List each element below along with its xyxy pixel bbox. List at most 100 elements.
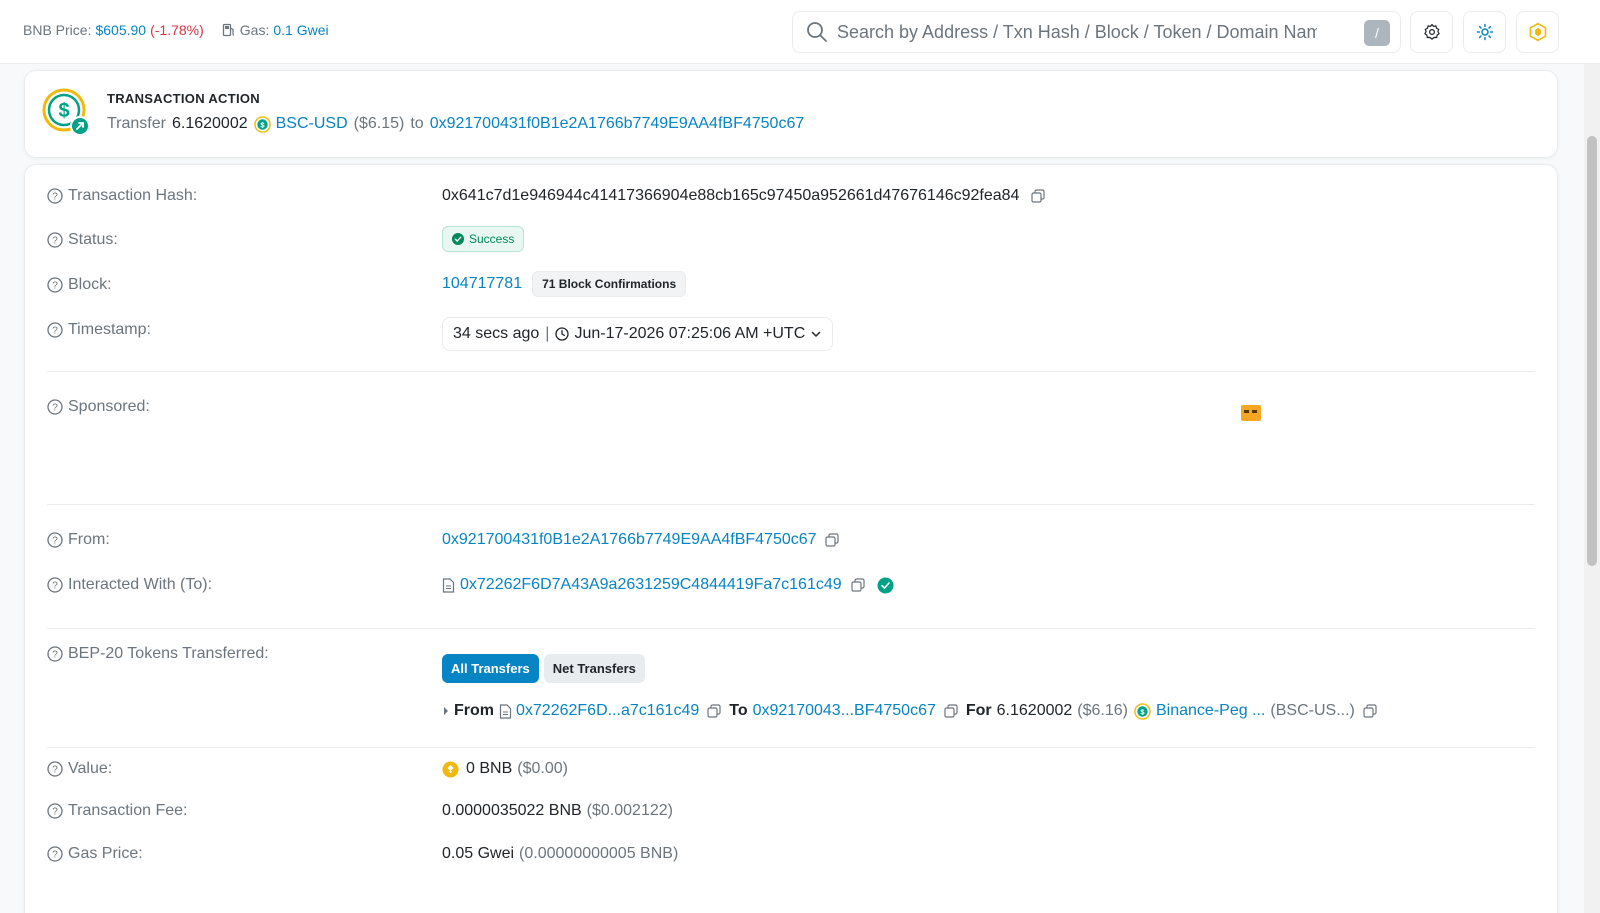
bnb-logo-icon	[1529, 22, 1546, 42]
tx-hash-row: ? Transaction Hash:	[47, 187, 419, 205]
copy-icon[interactable]	[1031, 189, 1046, 203]
to-row: ? Interacted With (To):	[47, 576, 419, 594]
bnb-price-label: BNB Price:	[23, 22, 92, 38]
question-circle-icon: ?	[47, 803, 63, 819]
sponsored-row: ? Sponsored:	[47, 398, 419, 416]
question-circle-icon: ?	[47, 646, 63, 662]
sponsor-ad-icon[interactable]	[1241, 405, 1261, 421]
to-address-link[interactable]: 0x72262F6D7A43A9a2631259C4844419Fa7c161c…	[460, 576, 842, 594]
status-label: Status:	[68, 231, 118, 248]
copy-icon[interactable]	[824, 533, 839, 547]
copy-icon[interactable]	[851, 578, 865, 592]
tx-hash-value: 0x641c7d1e946944c41417366904e88cb165c974…	[442, 187, 1020, 204]
gas-price-row: ? Gas Price:	[47, 845, 419, 863]
contract-file-icon	[442, 577, 455, 593]
action-title: TRANSACTION ACTION	[107, 91, 260, 106]
search-shortcut-key: /	[1364, 20, 1390, 46]
question-circle-icon: ?	[47, 399, 63, 415]
action-to-address-link[interactable]: 0x921700431f0B1e2A1766b7749E9AA4fBF4750c…	[430, 115, 805, 133]
gas-price-amount: 0.05 Gwei	[442, 845, 515, 862]
copy-icon[interactable]	[1363, 704, 1377, 718]
svg-text:?: ?	[52, 236, 58, 247]
page-scrollbar-thumb[interactable]	[1587, 136, 1597, 566]
action-usd: ($6.15)	[353, 115, 405, 132]
divider	[47, 747, 1535, 748]
timestamp-label: Timestamp:	[68, 321, 151, 338]
check-circle-icon	[452, 233, 464, 245]
status-text: Success	[469, 232, 515, 246]
transfer-token-link[interactable]: Binance-Peg ...	[1156, 702, 1265, 720]
copy-icon[interactable]	[707, 704, 721, 718]
caret-right-icon	[444, 707, 448, 715]
value-value-wrap: 0 BNB ($0.00)	[442, 760, 568, 778]
gas-info: Gas: 0.1 Gwei	[222, 22, 329, 38]
svg-text:?: ?	[52, 850, 58, 861]
from-address-link[interactable]: 0x921700431f0B1e2A1766b7749E9AA4fBF4750c…	[442, 531, 817, 549]
search-input[interactable]	[837, 21, 1317, 43]
transfer-amount: 6.1620002	[996, 702, 1073, 719]
gas-value-link[interactable]: 0.1 Gwei	[273, 22, 328, 38]
divider	[47, 371, 1535, 372]
question-circle-icon: ?	[47, 277, 63, 293]
sun-icon	[1476, 23, 1493, 41]
svg-text:?: ?	[52, 192, 58, 203]
gas-price-value-wrap: 0.05 Gwei (0.00000000005 BNB)	[442, 845, 678, 863]
copy-icon[interactable]	[944, 704, 958, 718]
timestamp-dropdown[interactable]: 34 secs ago | Jun-17-2026 07:25:06 AM +U…	[442, 317, 834, 351]
transfer-to-link[interactable]: 0x92170043...BF4750c67	[753, 702, 936, 720]
svg-text:?: ?	[52, 807, 58, 818]
fee-usd: ($0.002122)	[586, 802, 673, 819]
bsc-usd-token-icon: $	[1134, 702, 1151, 720]
contract-file-icon	[499, 703, 512, 719]
transfer-from-link[interactable]: 0x72262F6D...a7c161c49	[516, 702, 699, 720]
block-confirmations-badge: 71 Block Confirmations	[532, 271, 687, 297]
sponsored-label: Sponsored:	[68, 398, 150, 415]
value-usd: ($0.00)	[517, 760, 568, 777]
status-badge: Success	[442, 226, 525, 252]
timestamp-value-wrap: 34 secs ago | Jun-17-2026 07:25:06 AM +U…	[442, 317, 834, 351]
to-label: Interacted With (To):	[68, 576, 213, 593]
bnb-coin-icon	[442, 761, 459, 777]
divider	[47, 504, 1535, 505]
transfer-to-word: To	[729, 702, 748, 719]
block-row: ? Block:	[47, 276, 419, 294]
timestamp-full: Jun-17-2026 07:25:06 AM +UTC	[574, 325, 806, 342]
from-row: ? From:	[47, 531, 419, 549]
network-switch-button[interactable]	[1516, 11, 1559, 53]
net-transfers-button[interactable]: Net Transfers	[543, 654, 645, 683]
divider	[47, 628, 1535, 629]
status-row: ? Status:	[47, 231, 419, 249]
gas-label: Gas:	[239, 22, 270, 38]
action-token-link[interactable]: BSC-USD	[276, 115, 348, 133]
from-label: From:	[68, 531, 110, 548]
question-circle-icon: ?	[47, 761, 63, 777]
value-row: ? Value:	[47, 760, 419, 778]
to-value-wrap: 0x72262F6D7A43A9a2631259C4844419Fa7c161c…	[442, 576, 894, 594]
block-label: Block:	[68, 276, 112, 293]
question-circle-icon: ?	[47, 846, 63, 862]
fee-label: Transaction Fee:	[68, 802, 188, 819]
timestamp-separator: |	[545, 325, 550, 342]
transaction-details-card: ? Transaction Hash: 0x641c7d1e946944c4141…	[24, 164, 1558, 913]
gear-icon	[1423, 23, 1440, 40]
gas-pump-icon	[222, 23, 235, 37]
action-description: Transfer 6.1620002 $ BSC-USD ($6.15) to …	[107, 115, 804, 133]
transaction-action-card: $ TRANSACTION ACTION Transfer 6.1620002 …	[24, 70, 1558, 158]
bnb-price-link[interactable]: $605.90	[95, 22, 146, 38]
all-transfers-button[interactable]: All Transfers	[442, 654, 539, 683]
svg-text:?: ?	[52, 281, 58, 292]
theme-toggle-button[interactable]	[1463, 11, 1506, 53]
transfer-usd: ($6.16)	[1077, 702, 1128, 719]
transfer-line: From 0x72262F6D...a7c161c49 To 0x9217004…	[442, 702, 1377, 720]
block-number-link[interactable]: 104717781	[442, 275, 522, 293]
clock-icon	[555, 327, 570, 341]
value-label: Value:	[68, 760, 113, 777]
settings-button[interactable]	[1410, 11, 1453, 53]
tx-hash-label: Transaction Hash:	[68, 187, 198, 204]
value-amount: 0 BNB	[466, 760, 513, 777]
svg-text:?: ?	[52, 536, 58, 547]
fee-row: ? Transaction Fee:	[47, 802, 419, 820]
status-value-wrap: Success	[442, 226, 525, 252]
action-to-word: to	[410, 115, 424, 132]
question-circle-icon: ?	[47, 188, 63, 204]
